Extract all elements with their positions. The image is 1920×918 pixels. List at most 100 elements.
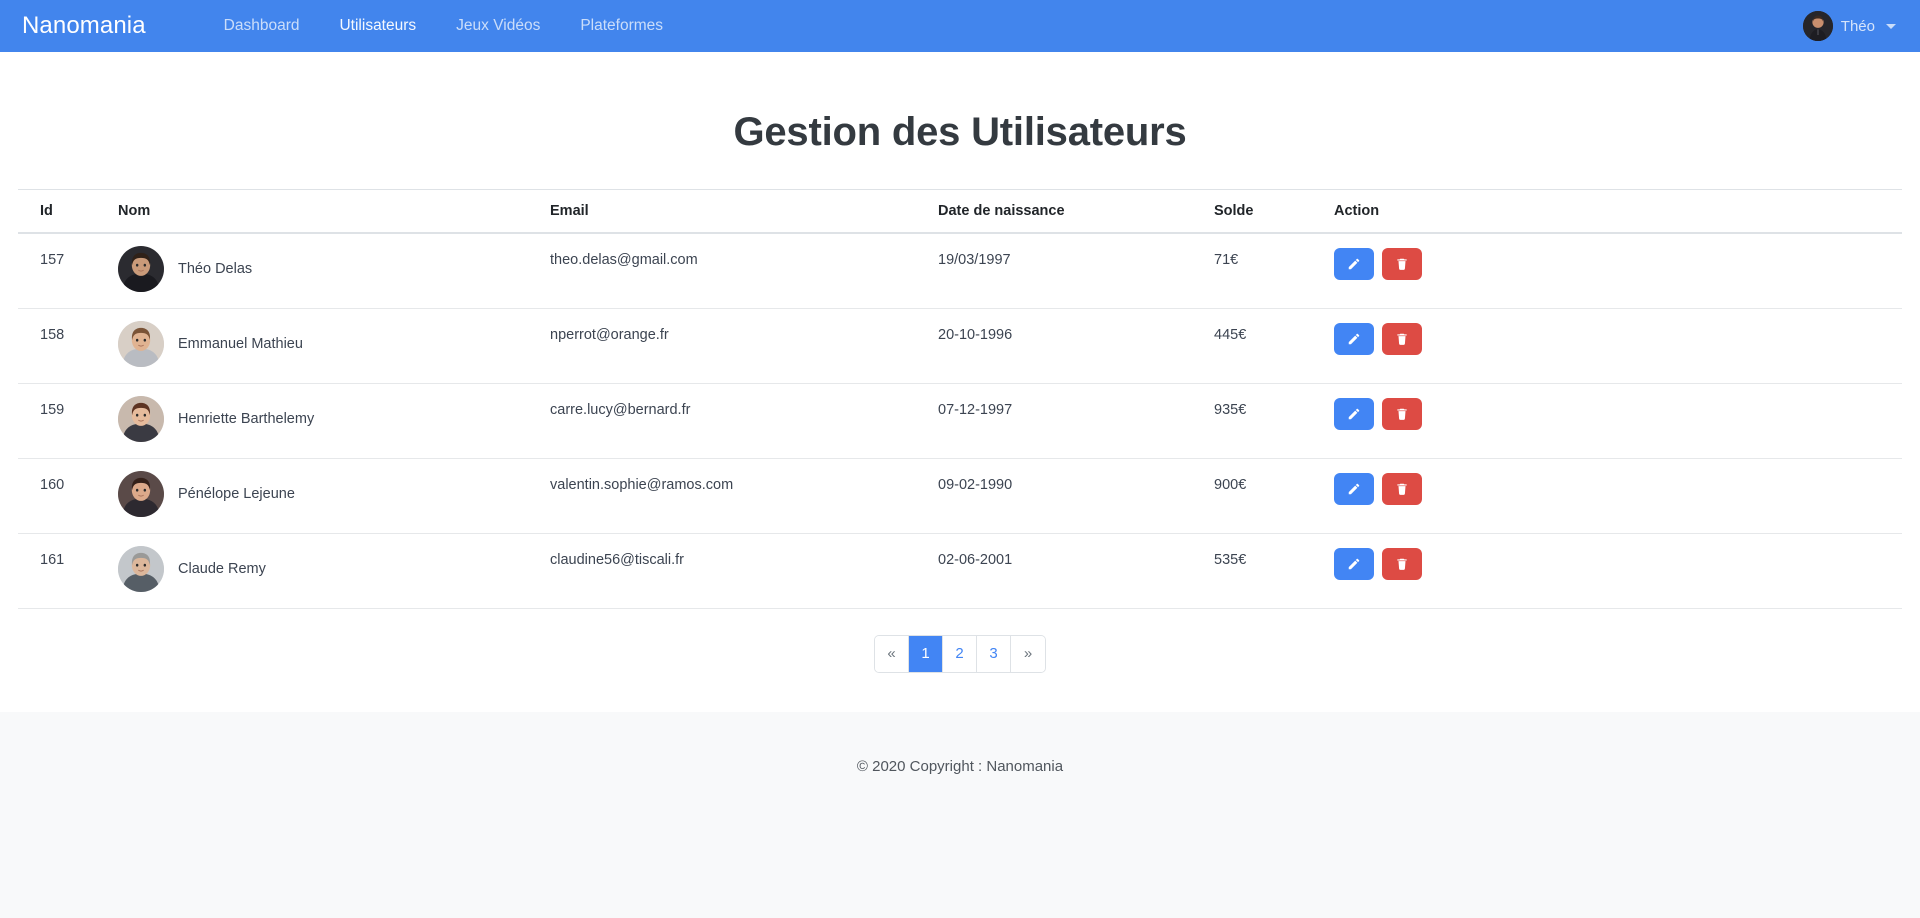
column-header-nom: Nom xyxy=(106,189,538,234)
nav-link-plateformes[interactable]: Plateformes xyxy=(560,0,683,52)
page-title: Gestion des Utilisateurs xyxy=(733,110,1187,154)
delete-user-button[interactable] xyxy=(1382,397,1422,430)
user-id: 159 xyxy=(40,401,65,418)
pagination: « 1 2 3 » xyxy=(874,634,1046,673)
users-table: Id Nom Email Date de naissance Solde Act… xyxy=(18,189,1902,609)
nav-links: Dashboard Utilisateurs Jeux Vidéos Plate… xyxy=(204,0,683,52)
cell-date-naissance: 09-02-1990 xyxy=(926,458,1202,534)
nav-link-dashboard[interactable]: Dashboard xyxy=(204,0,320,52)
cell-date-naissance: 20-10-1996 xyxy=(926,308,1202,384)
nav-link-utilisateurs[interactable]: Utilisateurs xyxy=(319,0,436,52)
column-header-action: Action xyxy=(1322,189,1902,234)
cell-solde: 935€ xyxy=(1202,383,1322,459)
pagination-page-1[interactable]: 1 xyxy=(909,635,943,672)
pagination-page-2[interactable]: 2 xyxy=(943,635,977,672)
user-photo-avatar xyxy=(118,545,164,592)
user-name: Théo Delas xyxy=(178,261,253,277)
user-email: nperrot@orange.fr xyxy=(550,326,669,343)
cell-nom: Théo Delas xyxy=(106,233,538,309)
cell-actions xyxy=(1322,308,1902,384)
pagination-page-3[interactable]: 3 xyxy=(977,635,1011,672)
cell-date-naissance: 02-06-2001 xyxy=(926,533,1202,609)
column-header-solde: Solde xyxy=(1202,189,1322,234)
user-menu[interactable]: Théo xyxy=(1802,0,1896,52)
user-balance: 445€ xyxy=(1214,326,1247,343)
user-birthdate: 20-10-1996 xyxy=(938,326,1013,343)
cell-id: 159 xyxy=(18,383,106,459)
user-email: claudine56@tiscali.fr xyxy=(550,551,685,568)
cell-solde: 900€ xyxy=(1202,458,1322,534)
user-email: carre.lucy@bernard.fr xyxy=(550,401,691,418)
delete-user-button[interactable] xyxy=(1382,322,1422,355)
table-row: 157 Théo Delas theo.delas@gmail.com 19/03/1… xyxy=(18,233,1902,309)
user-id: 160 xyxy=(40,476,65,493)
table-row: 158 Emmanuel Mathieu nperrot@orange.fr 20-1… xyxy=(18,308,1902,384)
edit-user-button[interactable] xyxy=(1334,248,1374,280)
chevron-down-icon xyxy=(1886,23,1896,29)
trash-icon xyxy=(1395,557,1409,571)
column-header-id: Id xyxy=(18,189,106,234)
user-balance: 900€ xyxy=(1214,476,1247,493)
edit-user-button[interactable] xyxy=(1334,397,1374,430)
user-id: 161 xyxy=(40,551,65,568)
pencil-icon xyxy=(1347,332,1361,346)
user-birthdate: 09-02-1990 xyxy=(938,476,1013,493)
pencil-icon xyxy=(1347,257,1361,271)
table-row: 160 Pénélope Lejeune valentin.sophie@ramos… xyxy=(18,458,1902,534)
pagination-next[interactable]: » xyxy=(1011,635,1045,672)
user-photo-avatar xyxy=(118,470,164,517)
pagination-container: « 1 2 3 » xyxy=(18,609,1902,673)
brand-logo[interactable]: Nanomania xyxy=(22,12,146,40)
cell-email: carre.lucy@bernard.fr xyxy=(538,383,926,459)
user-birthdate: 07-12-1997 xyxy=(938,401,1013,418)
edit-user-button[interactable] xyxy=(1334,472,1374,505)
trash-icon xyxy=(1395,257,1409,271)
user-balance: 535€ xyxy=(1214,551,1247,568)
user-avatar xyxy=(1802,11,1833,41)
cell-date-naissance: 07-12-1997 xyxy=(926,383,1202,459)
delete-user-button[interactable] xyxy=(1382,472,1422,505)
users-table-container: Id Nom Email Date de naissance Solde Act… xyxy=(0,189,1920,673)
user-photo-avatar xyxy=(118,320,164,367)
cell-actions xyxy=(1322,458,1902,534)
copyright-text: © 2020 Copyright : Nanomania xyxy=(856,758,1064,775)
pagination-prev[interactable]: « xyxy=(875,635,909,672)
nav-link-jeux-videos[interactable]: Jeux Vidéos xyxy=(436,0,560,52)
cell-date-naissance: 19/03/1997 xyxy=(926,233,1202,309)
edit-user-button[interactable] xyxy=(1334,547,1374,580)
user-birthdate: 19/03/1997 xyxy=(938,252,1011,268)
user-name: Emmanuel Mathieu xyxy=(178,335,303,352)
cell-solde: 71€ xyxy=(1202,233,1322,309)
cell-id: 160 xyxy=(18,458,106,534)
trash-icon xyxy=(1395,482,1409,496)
edit-user-button[interactable] xyxy=(1334,322,1374,355)
column-header-date: Date de naissance xyxy=(926,189,1202,234)
user-balance: 935€ xyxy=(1214,401,1247,418)
trash-icon xyxy=(1395,332,1409,346)
table-row: 161 Claude Remy claudine56@tiscali.fr 02-06… xyxy=(18,533,1902,609)
table-row: 159 Henriette Barthelemy carre.lucy@bernar… xyxy=(18,383,1902,459)
trash-icon xyxy=(1395,407,1409,421)
cell-actions xyxy=(1322,233,1902,309)
cell-actions xyxy=(1322,383,1902,459)
cell-nom: Henriette Barthelemy xyxy=(106,383,538,459)
delete-user-button[interactable] xyxy=(1382,547,1422,580)
cell-email: theo.delas@gmail.com xyxy=(538,233,926,309)
user-name: Henriette Barthelemy xyxy=(178,410,315,427)
table-header-row: Id Nom Email Date de naissance Solde Act… xyxy=(18,189,1902,234)
cell-email: nperrot@orange.fr xyxy=(538,308,926,384)
top-navbar: Nanomania Dashboard Utilisateurs Jeux Vi… xyxy=(0,0,1920,52)
user-photo-avatar xyxy=(118,246,164,292)
user-birthdate: 02-06-2001 xyxy=(938,551,1013,568)
delete-user-button[interactable] xyxy=(1382,248,1422,280)
table-head: Id Nom Email Date de naissance Solde Act… xyxy=(18,189,1902,234)
table-body: 157 Théo Delas theo.delas@gmail.com 19/03/1… xyxy=(18,233,1902,609)
cell-solde: 445€ xyxy=(1202,308,1322,384)
user-balance: 71€ xyxy=(1214,252,1239,268)
cell-nom: Pénélope Lejeune xyxy=(106,458,538,534)
user-email: theo.delas@gmail.com xyxy=(550,252,698,268)
cell-id: 161 xyxy=(18,533,106,609)
page-footer: © 2020 Copyright : Nanomania xyxy=(0,712,1920,918)
cell-actions xyxy=(1322,533,1902,609)
cell-id: 157 xyxy=(18,233,106,309)
